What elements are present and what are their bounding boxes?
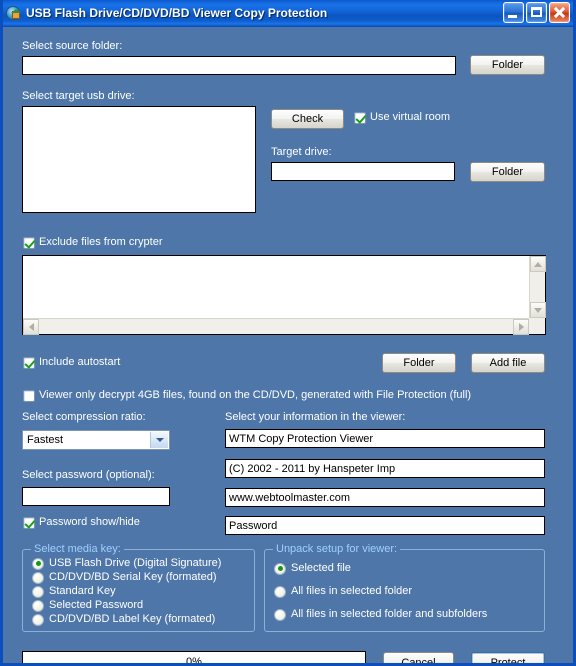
media-key-group-title: Select media key:	[31, 543, 124, 555]
checkmark-icon	[23, 516, 35, 529]
radio-selected-password[interactable]: Selected Password	[32, 599, 143, 612]
radio-icon	[32, 599, 44, 612]
include-autostart-checkbox[interactable]: Include autostart	[23, 356, 120, 369]
compression-ratio-select[interactable]: Fastest	[22, 430, 170, 450]
radio-all-files-in-folder-and-subfolders[interactable]: All files in selected folder and subfold…	[274, 608, 487, 621]
radio-usb-flash-drive[interactable]: USB Flash Drive (Digital Signature)	[32, 557, 221, 570]
source-folder-button[interactable]: Folder	[470, 55, 545, 75]
radio-all-files-in-folder[interactable]: All files in selected folder	[274, 585, 412, 598]
scroll-down-icon[interactable]	[530, 302, 546, 318]
exclude-files-list[interactable]	[22, 255, 546, 335]
window-title: USB Flash Drive/CD/DVD/BD Viewer Copy Pr…	[26, 6, 328, 20]
compression-ratio-value: Fastest	[27, 434, 64, 446]
viewer-info-line2-input[interactable]	[225, 459, 545, 478]
password-label: Select password (optional):	[22, 469, 155, 481]
media-key-group: Select media key: USB Flash Drive (Digit…	[22, 543, 255, 632]
close-button[interactable]	[549, 2, 570, 23]
progress-bar: 0%	[22, 651, 366, 666]
target-drive-folder-button[interactable]: Folder	[470, 162, 545, 182]
radio-icon	[32, 613, 44, 626]
source-folder-label: Select source folder:	[22, 40, 123, 52]
scroll-up-icon[interactable]	[530, 256, 546, 272]
radio-cd-dvd-bd-serial-key[interactable]: CD/DVD/BD Serial Key (formated)	[32, 571, 217, 584]
password-input[interactable]	[22, 487, 170, 506]
radio-cd-dvd-bd-label-key[interactable]: CD/DVD/BD Label Key (formated)	[32, 613, 215, 626]
chevron-down-icon[interactable]	[150, 432, 168, 448]
disc-house-icon	[6, 5, 22, 21]
radio-standard-key[interactable]: Standard Key	[32, 585, 116, 598]
radio-icon	[32, 585, 44, 598]
scrollbar-corner	[529, 318, 545, 334]
vertical-scrollbar[interactable]	[529, 256, 546, 318]
title-bar: USB Flash Drive/CD/DVD/BD Viewer Copy Pr…	[3, 0, 573, 27]
scroll-right-icon[interactable]	[513, 319, 529, 335]
minimize-button[interactable]	[503, 2, 524, 23]
radio-selected-file[interactable]: Selected file	[274, 562, 351, 575]
maximize-button[interactable]	[526, 2, 547, 23]
cancel-button[interactable]: Cancel	[383, 652, 454, 663]
target-drive-input[interactable]	[271, 162, 455, 181]
check-button[interactable]: Check	[271, 109, 344, 129]
exclude-files-checkbox[interactable]: Exclude files from crypter	[23, 236, 162, 249]
protect-button[interactable]: Protect	[471, 652, 545, 663]
viewer-info-line4-input[interactable]	[225, 516, 545, 535]
viewer-info-label: Select your information in the viewer:	[225, 411, 406, 423]
use-virtual-room-checkbox[interactable]: Use virtual room	[354, 111, 450, 124]
empty-checkbox-icon	[23, 389, 35, 402]
radio-selected-icon	[274, 562, 286, 575]
radio-icon	[274, 608, 286, 621]
source-folder-input[interactable]	[22, 56, 456, 75]
password-show-hide-checkbox[interactable]: Password show/hide	[23, 516, 140, 529]
progress-text: 0%	[186, 656, 202, 666]
viewer-decrypt-checkbox[interactable]: Viewer only decrypt 4GB files, found on …	[23, 389, 471, 402]
compression-ratio-label: Select compression ratio:	[22, 411, 146, 423]
target-drive-label: Select target usb drive:	[22, 90, 135, 102]
client-area: Select source folder: Folder Select targ…	[3, 27, 573, 666]
unpack-setup-group-title: Unpack setup for viewer:	[273, 543, 401, 555]
radio-icon	[32, 571, 44, 584]
unpack-setup-group: Unpack setup for viewer: Selected file A…	[264, 543, 545, 632]
radio-icon	[274, 585, 286, 598]
horizontal-scrollbar[interactable]	[23, 318, 529, 335]
window-controls	[503, 2, 570, 23]
checkmark-icon	[354, 111, 366, 124]
target-drive-field-label: Target drive:	[271, 146, 332, 158]
checkmark-icon	[23, 356, 35, 369]
target-usb-drive-list[interactable]	[22, 106, 256, 213]
viewer-info-line3-input[interactable]	[225, 488, 545, 507]
checkmark-icon	[23, 236, 35, 249]
viewer-info-line1-input[interactable]	[225, 429, 545, 448]
scroll-left-icon[interactable]	[23, 319, 39, 335]
add-file-button[interactable]: Add file	[471, 353, 545, 373]
autostart-folder-button[interactable]: Folder	[382, 353, 456, 373]
application-window: USB Flash Drive/CD/DVD/BD Viewer Copy Pr…	[0, 0, 576, 666]
radio-selected-icon	[32, 557, 44, 570]
